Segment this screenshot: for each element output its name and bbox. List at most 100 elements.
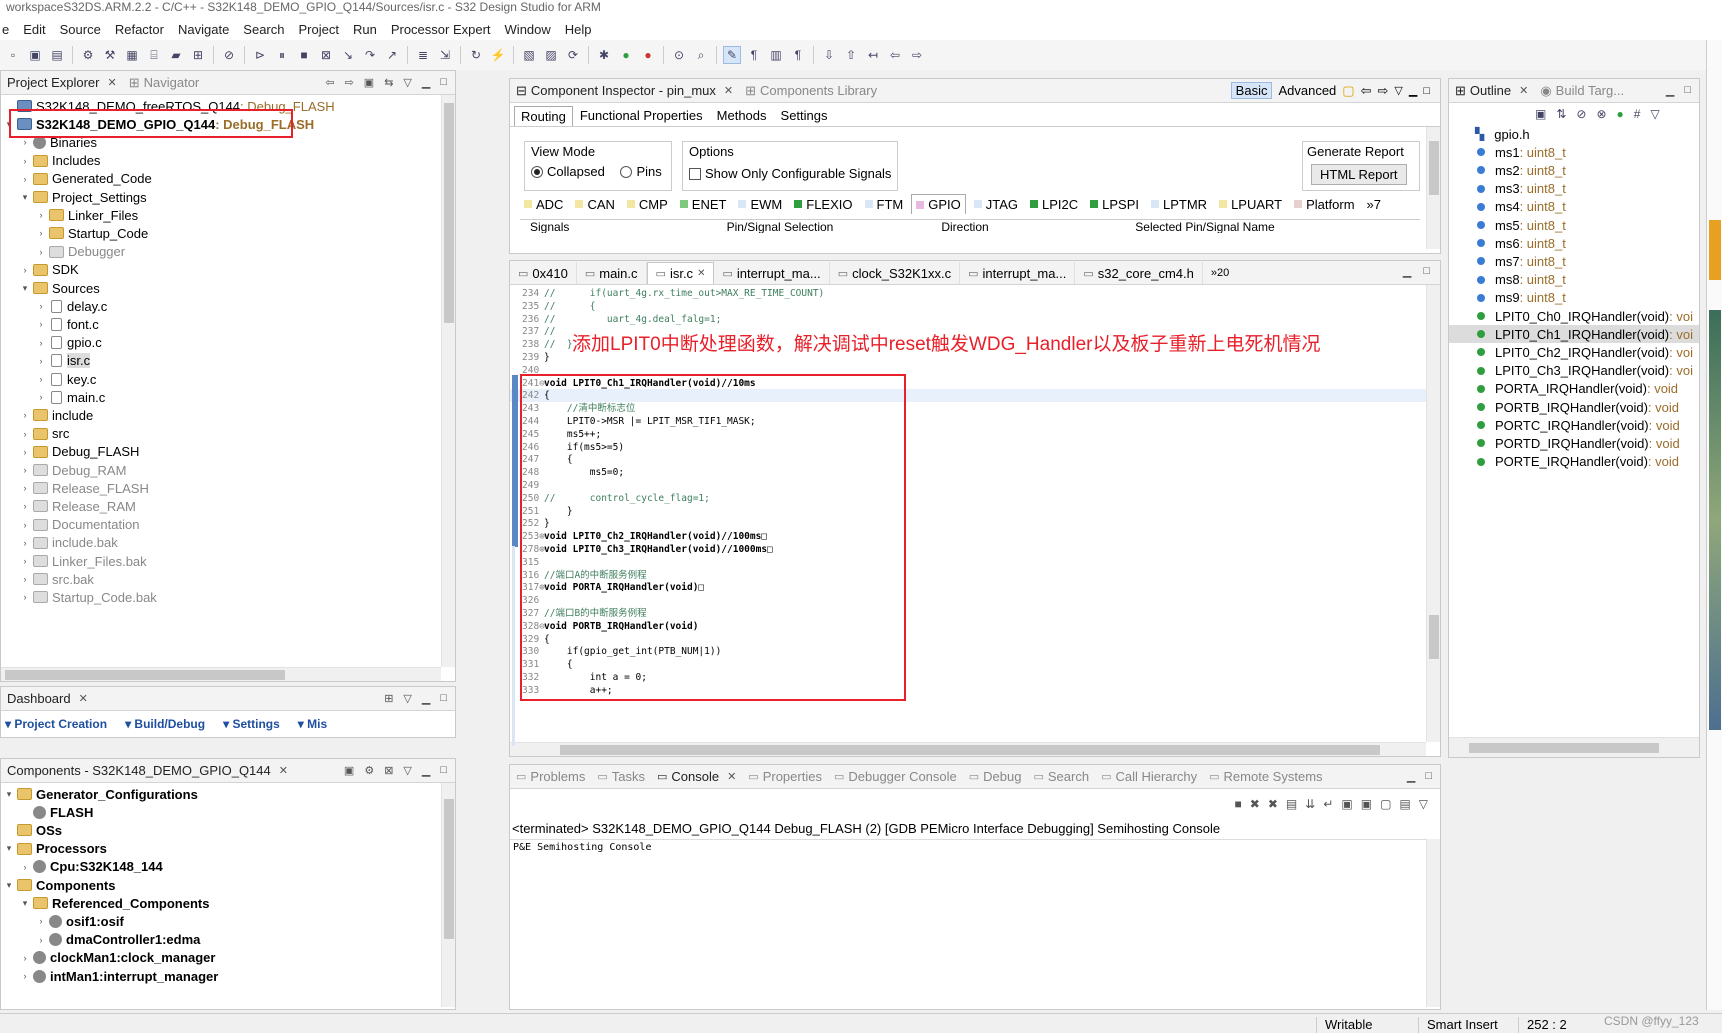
- toggle-mark-icon[interactable]: ¶: [745, 46, 763, 64]
- project-tree-item[interactable]: › Linker_Files.bak: [19, 552, 147, 570]
- vertical-scrollbar[interactable]: [1426, 285, 1440, 742]
- peripheral-tab[interactable]: ADC: [520, 195, 567, 214]
- editor-tab[interactable]: ▭ main.c: [577, 262, 647, 284]
- view-menu-icon[interactable]: ▽: [403, 764, 411, 777]
- project-tree-item[interactable]: › isr.c: [35, 352, 91, 370]
- inspector-subtab[interactable]: Methods: [710, 105, 774, 126]
- last-edit-icon[interactable]: ↤: [864, 46, 882, 64]
- outline-item[interactable]: ms7 : uint8_t: [1449, 252, 1699, 270]
- highlight-icon[interactable]: ✎: [723, 46, 741, 64]
- collapsed-radio[interactable]: [531, 166, 543, 178]
- project-tree-item[interactable]: › gpio.c: [35, 334, 102, 352]
- close-icon[interactable]: ✕: [279, 764, 288, 777]
- show-whitespace-icon[interactable]: ▥: [767, 46, 785, 64]
- tab-components[interactable]: Components - S32K148_DEMO_GPIO_Q144 ✕: [1, 759, 294, 782]
- drop-frame-icon[interactable]: ⇲: [436, 46, 454, 64]
- project-tree-item[interactable]: › key.c: [35, 370, 97, 388]
- project-tree-item[interactable]: › src: [19, 425, 70, 443]
- inspector-subtab[interactable]: Settings: [774, 105, 835, 126]
- project-tree-item[interactable]: › Startup_Code.bak: [19, 588, 157, 606]
- expand-arrow-icon[interactable]: ›: [19, 574, 31, 584]
- menu-item[interactable]: Window: [505, 22, 551, 37]
- build-icon[interactable]: ⚒: [101, 46, 119, 64]
- maximize-icon[interactable]: □: [1425, 770, 1432, 783]
- view-menu-icon[interactable]: ▽: [1394, 84, 1402, 97]
- outline-item[interactable]: ms5 : uint8_t: [1449, 216, 1699, 234]
- outline-item[interactable]: PORTA_IRQHandler(void) : void: [1449, 380, 1699, 398]
- project-tree-item[interactable]: ▾ Project_Settings: [19, 188, 147, 206]
- console-tab[interactable]: ▭ Console ✕: [651, 765, 742, 788]
- expand-arrow-icon[interactable]: ▾: [3, 789, 15, 800]
- code-line[interactable]: 235 // {: [510, 300, 1426, 313]
- tab-project-explorer[interactable]: Project Explorer ✕: [1, 71, 123, 94]
- peripheral-tab[interactable]: FLEXIO: [790, 195, 856, 214]
- console-tab[interactable]: ▭ Debugger Console: [828, 765, 963, 788]
- expand-arrow-icon[interactable]: ›: [19, 520, 31, 530]
- open-type-icon[interactable]: ⊙: [670, 46, 688, 64]
- outline-item[interactable]: LPIT0_Ch0_IRQHandler(void) : voi: [1449, 307, 1699, 325]
- outline-item[interactable]: ms3 : uint8_t: [1449, 180, 1699, 198]
- clear-console-icon[interactable]: ▤: [1286, 797, 1297, 811]
- expand-arrow-icon[interactable]: ▾: [3, 880, 15, 891]
- outline-item[interactable]: ms8 : uint8_t: [1449, 271, 1699, 289]
- minimize-icon[interactable]: ▁: [422, 692, 430, 705]
- more-tabs-button[interactable]: »7: [1363, 195, 1385, 214]
- editor-tab[interactable]: ▭ isr.c ✕: [646, 262, 715, 284]
- inspector-subtab[interactable]: Routing: [514, 106, 573, 126]
- project-tree-item[interactable]: › delay.c: [35, 297, 108, 315]
- block-selection-icon[interactable]: ¶: [789, 46, 807, 64]
- expand-arrow-icon[interactable]: ›: [19, 538, 31, 548]
- maximize-icon[interactable]: □: [1423, 85, 1430, 97]
- vertical-scrollbar[interactable]: [1426, 839, 1440, 1007]
- maximize-icon[interactable]: □: [440, 764, 447, 777]
- project-tree-item[interactable]: › Debug_FLASH: [19, 443, 140, 461]
- refresh-icon[interactable]: ⟳: [564, 46, 582, 64]
- sort-icon[interactable]: ⇅: [1556, 107, 1566, 121]
- view-menu-icon[interactable]: ▽: [403, 76, 411, 89]
- close-icon[interactable]: ✕: [727, 770, 736, 783]
- component-tree-item[interactable]: ▾ Generator_Configurations: [3, 785, 198, 803]
- peripheral-tab[interactable]: CAN: [571, 195, 618, 214]
- peripheral-tab[interactable]: LPSPI: [1086, 195, 1143, 214]
- maximize-icon[interactable]: □: [1423, 265, 1430, 278]
- component-tree-item[interactable]: ▾ Components: [3, 876, 116, 894]
- peripheral-tab[interactable]: EWM: [734, 195, 786, 214]
- outline-item[interactable]: PORTB_IRQHandler(void) : void: [1449, 398, 1699, 416]
- maximize-icon[interactable]: □: [1684, 84, 1691, 97]
- menu-item[interactable]: Search: [243, 22, 284, 37]
- minimize-icon[interactable]: ▁: [1409, 84, 1417, 97]
- settings-icon[interactable]: ⚙: [79, 46, 97, 64]
- outline-item[interactable]: PORTD_IRQHandler(void) : void: [1449, 434, 1699, 452]
- peripheral-tab[interactable]: CMP: [623, 195, 672, 214]
- component-tree-item[interactable]: › intMan1:interrupt_manager: [19, 967, 219, 985]
- dashboard-section[interactable]: ▾ Settings: [223, 717, 280, 731]
- next-annotation-icon[interactable]: ⇩: [820, 46, 838, 64]
- tab-dashboard[interactable]: Dashboard ✕: [1, 687, 94, 710]
- view-menu-icon[interactable]: ▽: [1419, 797, 1428, 811]
- new-project-icon[interactable]: ⌸: [145, 46, 163, 64]
- console-tab[interactable]: ▭ Call Hierarchy: [1095, 765, 1203, 788]
- editor-tab[interactable]: ▭ interrupt_ma...: [960, 262, 1076, 284]
- hash-icon[interactable]: #: [1634, 107, 1641, 121]
- peripheral-tab[interactable]: ENET: [676, 195, 731, 214]
- reset-icon[interactable]: ↻: [467, 46, 485, 64]
- expand-arrow-icon[interactable]: ›: [35, 374, 47, 384]
- vertical-scrollbar[interactable]: [441, 95, 455, 667]
- expand-arrow-icon[interactable]: ›: [19, 862, 31, 872]
- console-tab[interactable]: ▭ Properties: [742, 765, 828, 788]
- hide-static-icon[interactable]: ⊗: [1596, 107, 1606, 121]
- maximize-icon[interactable]: □: [440, 76, 447, 89]
- expand-arrow-icon[interactable]: ›: [19, 174, 31, 184]
- horizontal-scrollbar[interactable]: [1, 667, 441, 681]
- collapse-all-icon[interactable]: ▣: [1535, 107, 1546, 121]
- project-tree-item[interactable]: › Debugger: [35, 243, 126, 261]
- editor-tab[interactable]: ▭ 0x410: [510, 262, 577, 284]
- expand-arrow-icon[interactable]: ›: [35, 935, 47, 945]
- expand-arrow-icon[interactable]: ▾: [3, 843, 15, 854]
- menu-item[interactable]: Run: [353, 22, 377, 37]
- skip-breakpoints-icon[interactable]: ⊘: [220, 46, 238, 64]
- build-all-icon[interactable]: ▦: [123, 46, 141, 64]
- back-icon[interactable]: ⇦: [325, 76, 334, 89]
- project-tree-item[interactable]: › Includes: [19, 152, 101, 170]
- console-tab[interactable]: ▭ Tasks: [591, 765, 651, 788]
